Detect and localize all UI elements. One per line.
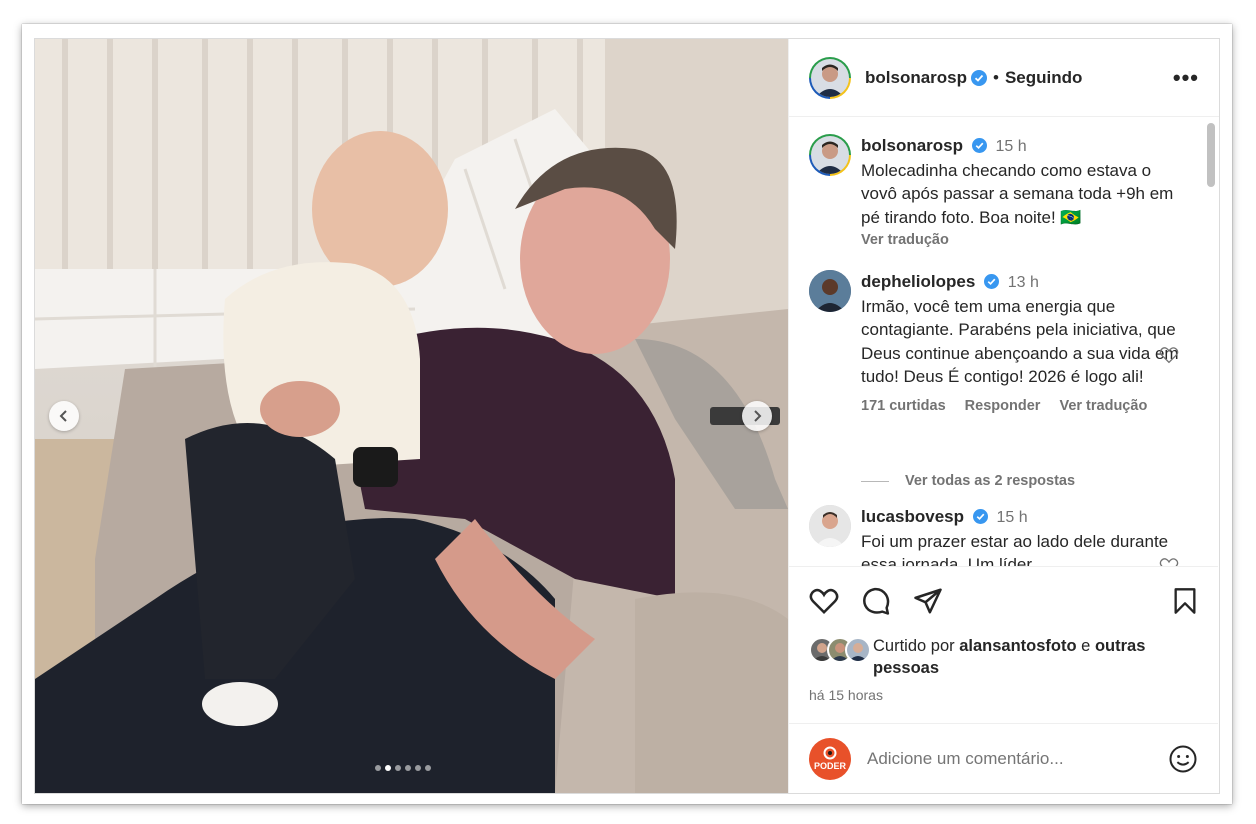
liked-by-user-link[interactable]: alansantosfoto xyxy=(959,637,1076,655)
comment-avatar[interactable] xyxy=(809,270,851,312)
carousel-dot xyxy=(405,765,411,771)
share-send-icon[interactable] xyxy=(913,587,943,615)
verified-badge-icon xyxy=(984,274,1000,289)
author-avatar[interactable] xyxy=(809,56,851,99)
carousel-dot xyxy=(375,765,381,771)
liked-by-prefix: Curtido por xyxy=(873,637,955,655)
caption-avatar[interactable] xyxy=(809,134,851,176)
following-button[interactable]: Seguindo xyxy=(1005,68,1082,88)
likes-summary: Curtido por alansantosfoto e outras pess… xyxy=(789,635,1218,679)
post-side-panel: bolsonarosp • Seguindo ••• bolsonarosp 1… xyxy=(788,39,1219,793)
comment-text: Foi um prazer estar ao lado dele durante… xyxy=(861,531,1169,567)
like-heart-icon[interactable] xyxy=(809,587,839,615)
comment-time[interactable]: 13 h xyxy=(1008,274,1039,291)
carousel-dot xyxy=(425,765,431,771)
carousel-dot xyxy=(395,765,401,771)
comments-list[interactable]: bolsonarosp 15 h Molecadinha checando co… xyxy=(789,118,1218,566)
save-bookmark-icon[interactable] xyxy=(1172,587,1198,615)
previous-slide-button[interactable] xyxy=(49,401,79,431)
caption-translate-link[interactable]: Ver tradução xyxy=(861,232,949,248)
comment-input[interactable] xyxy=(867,748,1147,769)
comment-username[interactable]: lucasbovesp xyxy=(861,507,964,526)
emoji-picker-icon[interactable] xyxy=(1168,744,1198,774)
chevron-left-icon xyxy=(59,410,67,422)
caption: bolsonarosp 15 h Molecadinha checando co… xyxy=(809,134,1199,253)
comment-like-heart-icon[interactable] xyxy=(1159,557,1179,566)
post-media[interactable] xyxy=(35,39,788,793)
window-frame: bolsonarosp • Seguindo ••• bolsonarosp 1… xyxy=(22,24,1232,804)
comment-like-heart-icon[interactable] xyxy=(1159,346,1179,364)
comment-translate-link[interactable]: Ver tradução xyxy=(1059,398,1147,414)
replies-divider xyxy=(861,480,889,482)
more-options-icon[interactable]: ••• xyxy=(1173,65,1199,91)
comment-avatar[interactable] xyxy=(809,505,851,547)
comment-likes-count[interactable]: 171 curtidas xyxy=(861,398,946,414)
comments-scrollbar[interactable] xyxy=(1207,123,1215,187)
carousel-dot xyxy=(385,765,391,771)
author-username[interactable]: bolsonarosp xyxy=(865,68,967,88)
chevron-right-icon xyxy=(754,410,762,422)
comment-bubble-icon[interactable] xyxy=(861,586,891,616)
carousel-dot xyxy=(415,765,421,771)
poder-logo-text: PODER xyxy=(813,761,846,771)
carousel-dots xyxy=(375,765,431,771)
likes-text: Curtido por alansantosfoto e outras pess… xyxy=(873,635,1198,679)
post-modal: bolsonarosp • Seguindo ••• bolsonarosp 1… xyxy=(34,38,1220,794)
verified-badge-icon xyxy=(971,138,987,153)
header-title: bolsonarosp • Seguindo xyxy=(865,68,1082,88)
comment-text: Irmão, você tem uma energia que contagia… xyxy=(861,296,1179,387)
verified-badge-icon xyxy=(971,69,988,86)
next-slide-button[interactable] xyxy=(742,401,772,431)
action-bar xyxy=(789,567,1218,635)
comment-reply-button[interactable]: Responder xyxy=(965,398,1041,414)
caption-text: Molecadinha checando como estava o vovô … xyxy=(861,160,1174,227)
comment-time[interactable]: 15 h xyxy=(996,509,1027,526)
comment-username[interactable]: depheliolopes xyxy=(861,272,975,291)
post-time-ago[interactable]: há 15 horas xyxy=(789,687,1218,703)
poder-logo-icon xyxy=(823,746,837,760)
post-actions-section: Curtido por alansantosfoto e outras pess… xyxy=(789,566,1218,703)
view-replies-label: Ver todas as 2 respostas xyxy=(905,473,1076,489)
verified-badge-icon xyxy=(972,509,988,524)
comment-item: depheliolopes 13 h Irmão, você tem uma e… xyxy=(809,270,1199,418)
view-replies-button[interactable]: Ver todas as 2 respostas xyxy=(861,473,1075,489)
post-photo xyxy=(35,39,788,793)
caption-time[interactable]: 15 h xyxy=(995,138,1026,155)
liker-avatars[interactable] xyxy=(809,637,873,663)
liked-by-conj: e xyxy=(1081,637,1091,655)
comment-item: lucasbovesp 15 h Foi um prazer estar ao … xyxy=(809,505,1199,566)
header-separator: • xyxy=(993,67,999,87)
caption-username[interactable]: bolsonarosp xyxy=(861,136,963,155)
add-comment-bar: PODER xyxy=(789,723,1218,793)
current-user-avatar[interactable]: PODER xyxy=(809,737,851,780)
post-header: bolsonarosp • Seguindo ••• xyxy=(789,39,1219,117)
